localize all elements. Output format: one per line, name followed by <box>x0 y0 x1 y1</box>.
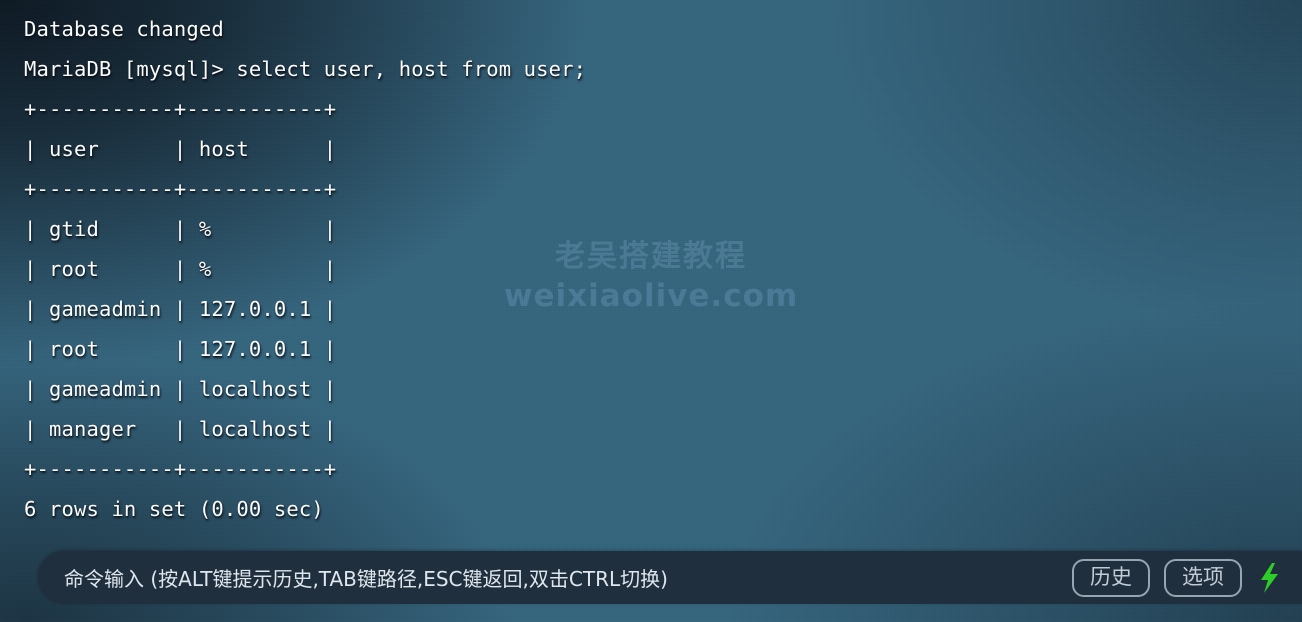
command-input-placeholder[interactable]: 命令输入 (按ALT键提示历史,TAB键路径,ESC键返回,双击CTRL切换) <box>38 563 1072 592</box>
options-button[interactable]: 选项 <box>1164 558 1242 597</box>
terminal-line: | gameadmin | localhost | <box>24 377 337 401</box>
terminal-line: | gtid | % | <box>24 217 337 241</box>
terminal-line: Database changed <box>24 17 224 41</box>
terminal-line: +-----------+-----------+ <box>24 97 337 121</box>
history-button[interactable]: 历史 <box>1072 558 1150 597</box>
command-bar-actions: 历史 选项 <box>1072 558 1302 597</box>
lightning-bolt-icon[interactable] <box>1258 562 1280 593</box>
terminal-output[interactable]: Database changed MariaDB [mysql]> select … <box>24 9 1302 529</box>
terminal-line: | user | host | <box>24 137 337 161</box>
terminal-line: MariaDB [mysql]> select user, host from … <box>24 57 587 81</box>
terminal-line: +-----------+-----------+ <box>24 457 337 481</box>
terminal-line: | root | % | <box>24 257 337 281</box>
command-input-bar[interactable]: 命令输入 (按ALT键提示历史,TAB键路径,ESC键返回,双击CTRL切换) … <box>38 551 1302 604</box>
terminal-line: | root | 127.0.0.1 | <box>24 337 337 361</box>
terminal-window: 老吴搭建教程 weixiaolive.com Database changed M… <box>0 0 1302 622</box>
terminal-line: | manager | localhost | <box>24 417 337 441</box>
terminal-line: | gameadmin | 127.0.0.1 | <box>24 297 337 321</box>
terminal-line: 6 rows in set (0.00 sec) <box>24 497 324 521</box>
terminal-line: +-----------+-----------+ <box>24 177 337 201</box>
